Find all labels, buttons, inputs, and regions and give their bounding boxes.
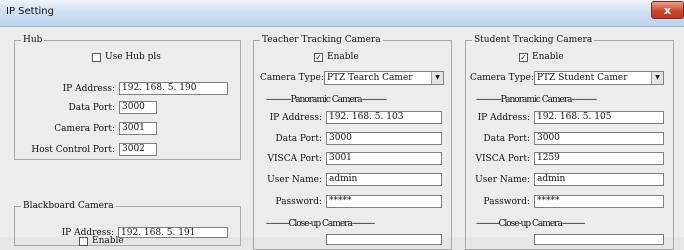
teacher-enable-checkbox[interactable]: ✓ xyxy=(314,53,323,62)
hub-ip-field[interactable]: 192. 168. 5. 190 xyxy=(119,82,228,95)
teacher-password-label: Password: xyxy=(275,197,322,207)
hub-camera-port-label: Camera Port: xyxy=(54,124,115,134)
use-hub-label: Use Hub pls xyxy=(105,52,161,62)
student-user-name-label: User Name: xyxy=(475,175,530,185)
teacher-data-port-field[interactable]: 3000 xyxy=(326,132,442,145)
teacher-tracking-group: Teacher Tracking Camera ✓ Enable Camera … xyxy=(253,35,452,250)
chevron-down-icon[interactable]: ▼ xyxy=(431,72,443,84)
student-enable-checkbox[interactable]: ✓ xyxy=(519,53,528,62)
teacher-camera-type-select[interactable]: PTZ Tearch Camer ▼ xyxy=(324,71,444,85)
student-password-field[interactable]: ***** xyxy=(534,195,664,208)
student-ip-label: IP Address: xyxy=(477,113,530,123)
teacher-closeup-separator: -----------Close-up Camera----------- xyxy=(266,219,375,229)
student-panoramic-separator: ------------Panoramic Camera------------ xyxy=(476,95,597,105)
teacher-camera-type-value: PTZ Tearch Camer xyxy=(327,73,413,83)
student-camera-type-value: PTZ Student Camer xyxy=(537,73,628,83)
student-camera-type-select[interactable]: PTZ Student Camer ▼ xyxy=(534,71,664,85)
hub-host-port-field[interactable]: 3002 xyxy=(119,143,157,156)
teacher-camera-type-label: Camera Type: xyxy=(260,73,324,83)
chevron-down-icon[interactable]: ▼ xyxy=(651,72,663,84)
use-hub-checkbox[interactable] xyxy=(92,53,101,62)
hub-ip-label: IP Address: xyxy=(62,84,115,94)
teacher-data-port-label: Data Port: xyxy=(275,134,323,144)
student-closeup-separator: -----------Close-up Camera----------- xyxy=(476,219,585,229)
hub-group: Hub Use Hub pls IP Address: 192. 168. 5.… xyxy=(14,35,241,160)
teacher-visca-port-field[interactable]: 3001 xyxy=(326,152,442,165)
title-bar[interactable]: IP Setting x xyxy=(0,0,684,27)
teacher-user-name-label: User Name: xyxy=(267,175,322,185)
teacher-enable-label: Enable xyxy=(327,52,359,62)
blackboard-group-title: Blackboard Camera xyxy=(21,201,116,211)
teacher-user-name-field[interactable]: admin xyxy=(326,173,442,186)
hub-data-port-field[interactable]: 3000 xyxy=(119,101,157,114)
teacher-ip-label: IP Address: xyxy=(269,113,322,123)
teacher-password-field[interactable]: ***** xyxy=(326,195,442,208)
blackboard-group: Blackboard Camera Enable xyxy=(14,201,241,246)
student-camera-type-label: Camera Type: xyxy=(470,73,534,83)
student-enable-label: Enable xyxy=(532,52,564,62)
hub-group-title: Hub xyxy=(21,35,45,45)
window-title: IP Setting xyxy=(6,6,54,17)
hub-host-port-label: Host Control Port: xyxy=(31,145,115,155)
student-group-title: Student Tracking Camera xyxy=(472,35,595,45)
blackboard-enable-checkbox[interactable] xyxy=(79,237,88,246)
student-data-port-label: Data Port: xyxy=(483,134,531,144)
hub-data-port-label: Data Port: xyxy=(68,103,116,113)
student-data-port-field[interactable]: 3000 xyxy=(534,132,664,145)
student-visca-port-field[interactable]: 1259 xyxy=(534,152,664,165)
blackboard-ip-field[interactable]: 192. 168. 5. 191 xyxy=(118,227,228,238)
blackboard-ip-label: IP Address: xyxy=(61,228,114,238)
close-button[interactable]: x xyxy=(651,1,684,19)
hub-camera-port-field[interactable]: 3001 xyxy=(119,122,157,135)
student-tracking-group: Student Tracking Camera ✓ Enable Camera … xyxy=(465,35,674,250)
student-visca-port-label: VISCA Port: xyxy=(475,154,530,164)
ip-setting-window: IP Setting x Hub Use Hub pls IP Address:… xyxy=(0,0,684,250)
student-password-label: Password: xyxy=(483,197,530,207)
teacher-visca-port-label: VISCA Port: xyxy=(267,154,322,164)
teacher-group-title: Teacher Tracking Camera xyxy=(260,35,383,45)
teacher-ip-field[interactable]: 192. 168. 5. 103 xyxy=(326,111,442,124)
teacher-panoramic-separator: ------------Panoramic Camera------------ xyxy=(266,95,387,105)
student-user-name-field[interactable]: admin xyxy=(534,173,664,186)
student-ip-field[interactable]: 192. 168. 5. 105 xyxy=(534,111,664,124)
